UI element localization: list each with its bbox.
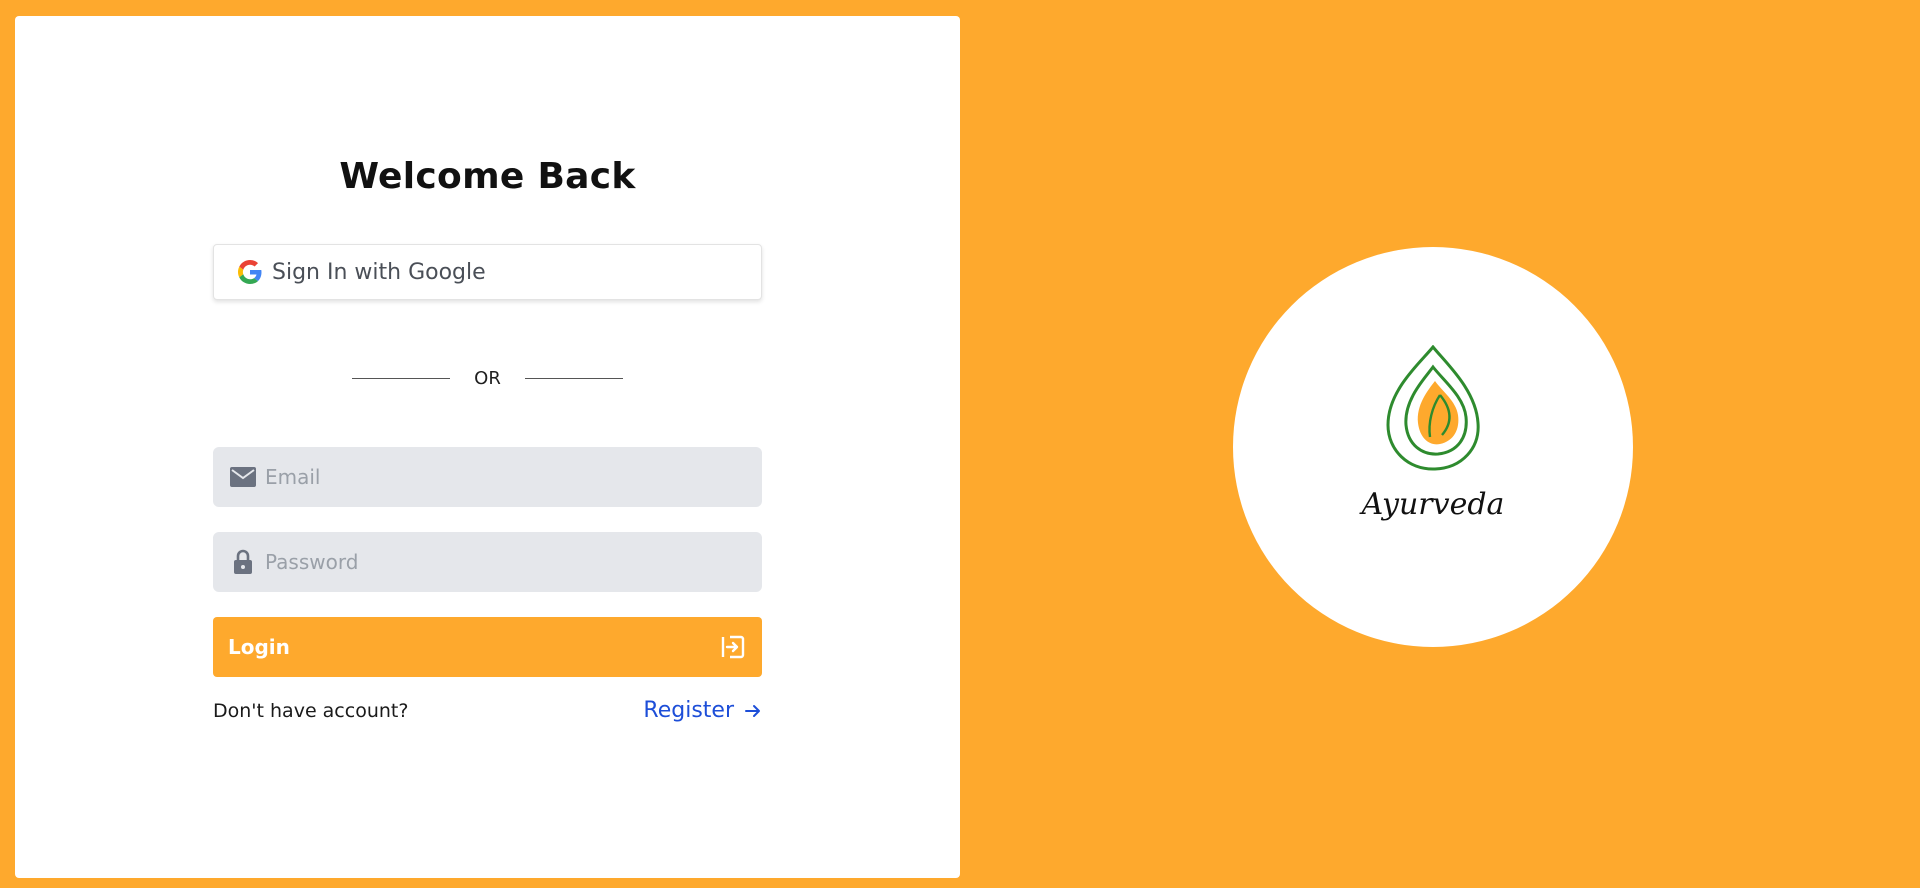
envelope-icon: [229, 467, 257, 487]
register-link-label: Register: [643, 698, 734, 723]
page-title: Welcome Back: [339, 156, 636, 197]
email-input[interactable]: [265, 465, 745, 489]
register-link[interactable]: Register: [643, 698, 762, 723]
password-field: [213, 532, 762, 592]
lock-icon: [229, 549, 257, 575]
or-divider: OR: [213, 368, 762, 389]
login-button[interactable]: Login: [213, 617, 762, 677]
drop-leaf-icon: [1386, 345, 1480, 471]
login-card: Welcome Back Sign In with Google OR Emai…: [15, 16, 960, 878]
login-button-label: Login: [228, 635, 290, 659]
sign-in-icon: [720, 634, 746, 660]
google-sign-in-label: Sign In with Google: [272, 259, 486, 285]
brand-logo-badge: Ayurveda: [1233, 247, 1633, 647]
arrow-right-icon: [744, 702, 762, 720]
brand-name: Ayurveda: [1361, 487, 1505, 522]
email-field: [213, 447, 762, 507]
divider-line-left: [352, 378, 451, 379]
register-row: Don't have account? Register: [213, 698, 762, 723]
no-account-text: Don't have account?: [213, 699, 409, 722]
google-icon: [238, 260, 262, 284]
divider-line-right: [524, 378, 623, 379]
divider-text: OR: [474, 368, 501, 389]
password-input[interactable]: [265, 550, 745, 574]
google-sign-in-button[interactable]: Sign In with Google: [213, 244, 762, 300]
